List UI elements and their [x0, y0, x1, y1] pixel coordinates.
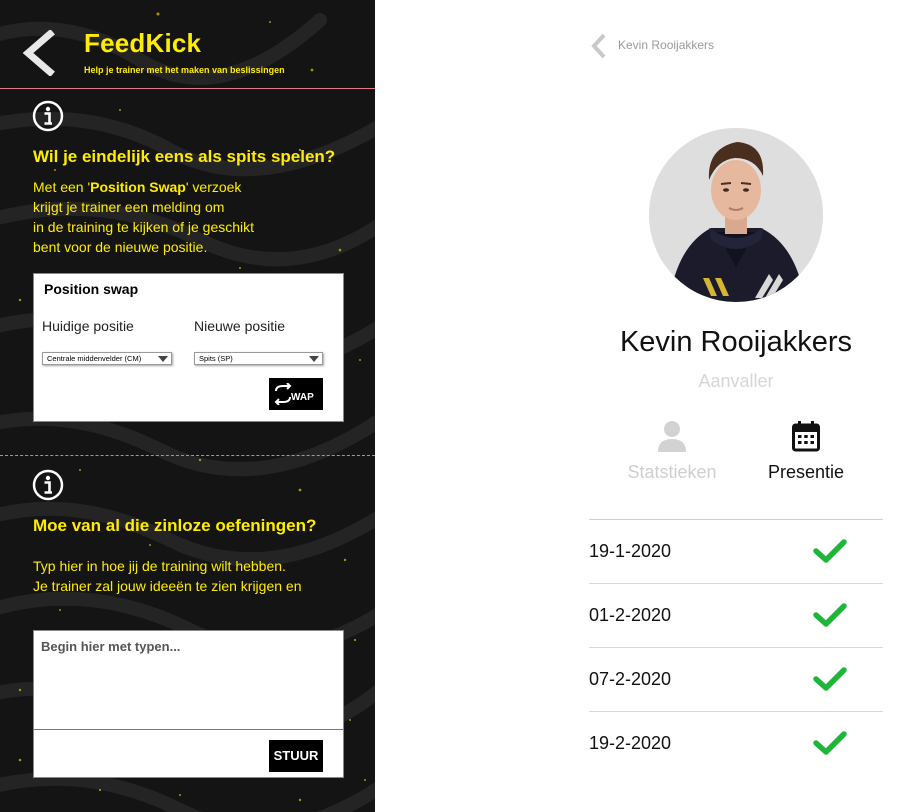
feedback-description: Typ hier in hoe jij de training wilt heb… — [33, 556, 302, 596]
attendance-date: 19-2-2020 — [589, 733, 672, 753]
dropdown-arrow-icon — [309, 356, 319, 362]
info-icon — [32, 100, 64, 132]
description-bold: Position Swap — [90, 179, 186, 195]
description-line: in de training te kijken of je geschikt — [33, 219, 255, 235]
attendance-list: 19-1-2020 01-2-2020 07-2-2020 19-2-2020 — [589, 519, 883, 775]
tab-label: Presentie — [767, 462, 845, 482]
feedkick-panel: FeedKick Help je trainer met het maken v… — [0, 0, 375, 812]
new-position-select[interactable]: Spits (SP) — [194, 352, 323, 365]
calendar-icon — [792, 421, 820, 452]
attendance-date: 19-1-2020 — [589, 541, 672, 561]
checkmark-icon — [813, 667, 847, 691]
feedback-heading: Moe van al die zinloze oefeningen? — [33, 516, 317, 535]
tab-statistics[interactable]: Statstieken — [607, 418, 737, 488]
list-item: 07-2-2020 — [589, 647, 883, 711]
list-item: 01-2-2020 — [589, 583, 883, 647]
feedback-card: STUUR — [33, 630, 344, 778]
attendance-date: 07-2-2020 — [589, 669, 672, 689]
description-line: Typ hier in hoe jij de training wilt heb… — [33, 558, 286, 574]
position-swap-heading: Wil je eindelijk eens als spits spelen? — [33, 147, 336, 166]
swap-button[interactable]: WAP — [269, 378, 323, 410]
app-subtitle: Help je trainer met het maken van beslis… — [84, 65, 285, 75]
chevron-left-icon — [591, 33, 606, 59]
info-icon — [32, 469, 64, 501]
player-name: Kevin Rooijakkers — [619, 326, 853, 358]
description-text: Met een ' — [33, 179, 91, 195]
description-line: Je trainer zal jouw ideeën te zien krijg… — [33, 578, 302, 594]
player-role: Aanvaller — [698, 371, 774, 391]
tab-attendance[interactable]: Presentie — [741, 418, 871, 488]
header-divider — [0, 88, 375, 89]
list-item: 19-1-2020 — [589, 519, 883, 583]
position-swap-card: Position swap Huidige positie Nieuwe pos… — [33, 273, 344, 422]
send-button[interactable]: STUUR — [269, 740, 323, 772]
attendance-date: 01-2-2020 — [589, 605, 672, 625]
checkmark-icon — [813, 603, 847, 627]
dropdown-arrow-icon — [158, 356, 168, 362]
feedback-textarea[interactable] — [34, 631, 343, 730]
swap-button-label: WAP — [291, 392, 314, 403]
person-icon — [658, 421, 686, 452]
avatar — [649, 128, 823, 302]
checkmark-icon — [813, 539, 847, 563]
list-item: 19-2-2020 — [589, 711, 883, 775]
current-position-label: Huidige positie — [42, 318, 134, 334]
tab-label: Statstieken — [627, 462, 717, 482]
select-value: Centrale middenvelder (CM) — [47, 354, 142, 363]
section-divider — [0, 455, 375, 456]
app-title: FeedKick — [84, 28, 202, 58]
player-photo — [649, 128, 823, 302]
description-text: ' verzoek — [185, 179, 242, 195]
checkmark-icon — [813, 731, 847, 755]
current-position-select[interactable]: Centrale middenvelder (CM) — [42, 352, 172, 365]
new-position-label: Nieuwe positie — [194, 318, 286, 334]
player-profile: Kevin Rooijakkers Kevin Rooijakkers Aanv… — [375, 0, 923, 812]
description-line: krijgt je trainer een melding om — [33, 199, 225, 215]
position-swap-description: Met een 'Position Swap' verzoek krijgt j… — [33, 177, 254, 257]
card-title: Position swap — [44, 281, 139, 297]
select-value: Spits (SP) — [199, 354, 233, 363]
app-header: FeedKick Help je trainer met het maken v… — [0, 0, 375, 89]
description-line: bent voor de nieuwe positie. — [33, 239, 208, 255]
breadcrumb-label: Kevin Rooijakkers — [618, 38, 715, 52]
back-arrow-icon[interactable] — [20, 30, 60, 76]
swap-arrows-icon — [274, 383, 292, 405]
